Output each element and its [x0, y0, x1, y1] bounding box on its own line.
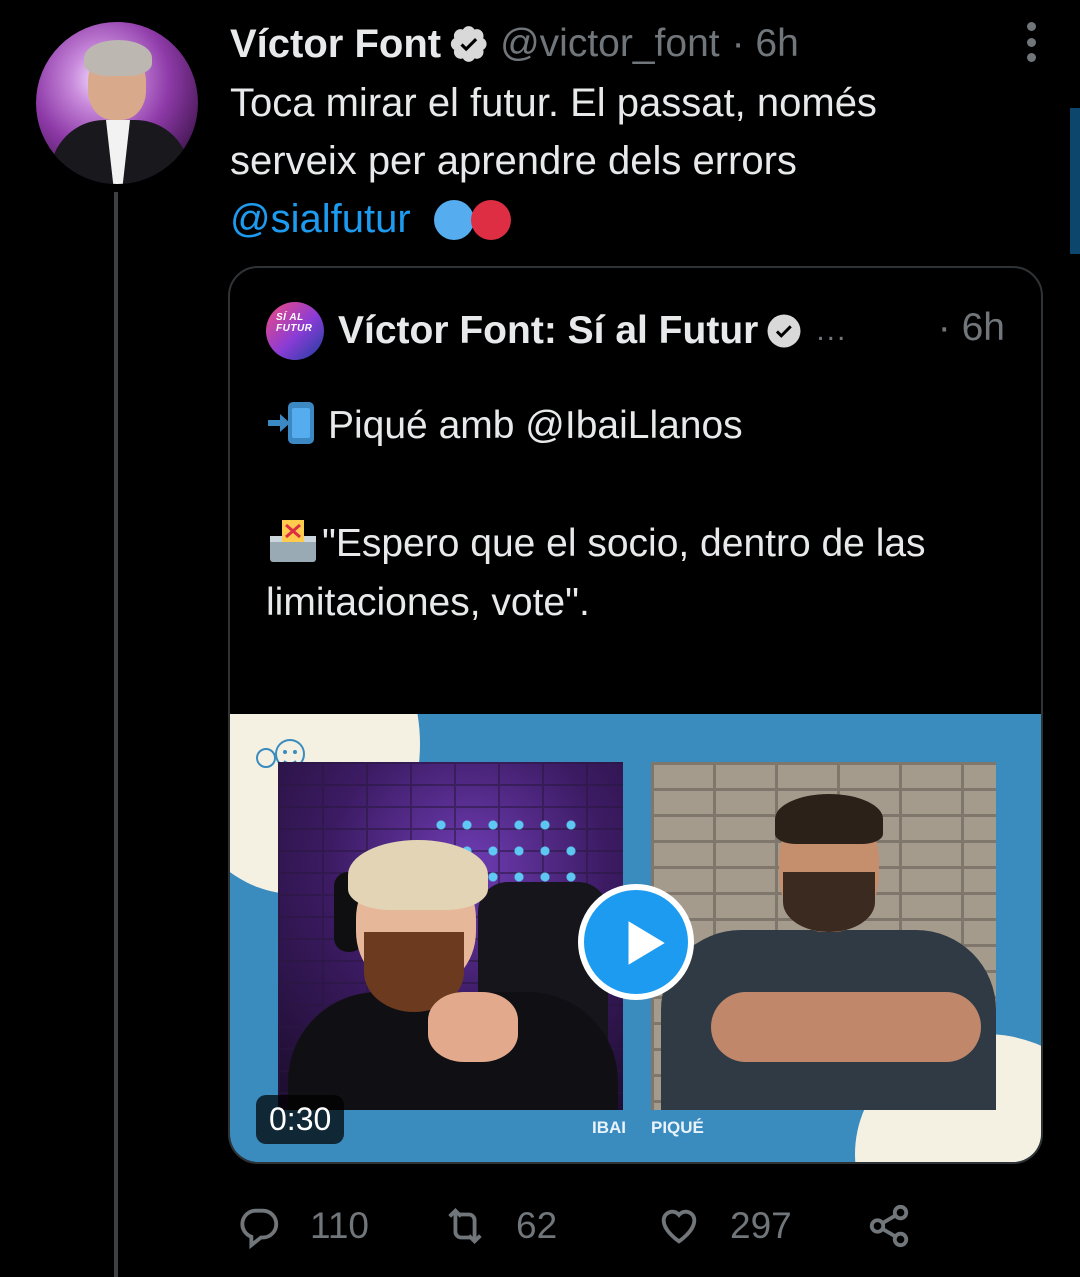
tweet-text-line: Toca mirar el futur. El passat, només: [230, 81, 877, 125]
tweet-header: Víctor Font @victor_font · 6h: [230, 16, 799, 72]
author-avatar[interactable]: [36, 22, 198, 184]
video-frame-right: [651, 762, 996, 1110]
like-count: 297: [730, 1205, 792, 1246]
play-icon: [628, 921, 665, 965]
ballot-box-icon: [270, 520, 316, 562]
play-button[interactable]: [578, 884, 694, 1000]
quoted-text-line: "Espero que el socio, dentro de las: [322, 522, 926, 565]
verified-icon: [450, 26, 487, 62]
scroll-indicator[interactable]: [1070, 108, 1080, 254]
reply-count: 110: [310, 1205, 369, 1246]
phone-arrow-icon: [268, 402, 314, 444]
quoted-text-line: Piqué amb @IbaiLlanos: [328, 404, 743, 447]
verified-icon: [767, 314, 801, 348]
author-handle[interactable]: @victor_font: [500, 22, 720, 66]
video-duration: 0:30: [256, 1095, 345, 1144]
quoted-author-avatar[interactable]: SÍ AL FUTUR: [266, 302, 324, 360]
reply-icon: [240, 1208, 279, 1249]
quoted-tweet[interactable]: SÍ AL FUTUR Víctor Font: Sí al Futur ...…: [228, 266, 1043, 1164]
quoted-line-2: "Espero que el socio, dentro de las: [266, 514, 1026, 573]
tweet-text-line-3: @sialfutur: [230, 190, 1010, 248]
like-icon: [661, 1209, 697, 1244]
tweet-text: Toca mirar el futur. El passat, només se…: [230, 74, 1010, 248]
quoted-time[interactable]: · 6h: [938, 306, 1005, 350]
tweet-actions: 110 62 297: [236, 1198, 956, 1254]
like-button[interactable]: 297: [656, 1198, 792, 1254]
tweet-text-line: serveix per aprendre dels errors: [230, 139, 797, 183]
thread-line: [114, 192, 118, 1277]
video-label-right: PIQUÉ: [651, 1118, 704, 1137]
tweet-time[interactable]: · 6h: [732, 22, 799, 66]
quoted-header: Víctor Font: Sí al Futur ...: [338, 306, 847, 356]
retweet-button[interactable]: 62: [442, 1198, 557, 1254]
quoted-text: Piqué amb @IbaiLlanos "Espero que el soc…: [266, 396, 1026, 632]
quoted-author-name[interactable]: Víctor Font: Sí al Futur: [338, 309, 758, 353]
quoted-text-line: limitaciones, vote".: [266, 581, 590, 624]
blue-circle-emoji: [433, 200, 474, 240]
quoted-handle-truncated: ...: [816, 314, 848, 347]
retweet-count: 62: [516, 1205, 558, 1246]
video-label-left: IBAI: [592, 1118, 626, 1137]
video-player[interactable]: IBAI PIQUÉ 0:30: [230, 714, 1041, 1162]
red-circle-emoji: [470, 200, 511, 240]
share-icon: [869, 1204, 909, 1248]
quoted-avatar-logo: SÍ AL FUTUR: [276, 312, 313, 334]
share-button[interactable]: [866, 1198, 912, 1254]
reply-button[interactable]: 110: [236, 1198, 369, 1254]
author-name[interactable]: Víctor Font: [230, 22, 441, 67]
video-frame-left: [278, 762, 623, 1110]
retweet-icon: [448, 1207, 482, 1245]
more-icon[interactable]: [1024, 22, 1038, 62]
mention-link[interactable]: @sialfutur: [230, 197, 411, 241]
quoted-line-1: Piqué amb @IbaiLlanos: [266, 396, 1026, 455]
